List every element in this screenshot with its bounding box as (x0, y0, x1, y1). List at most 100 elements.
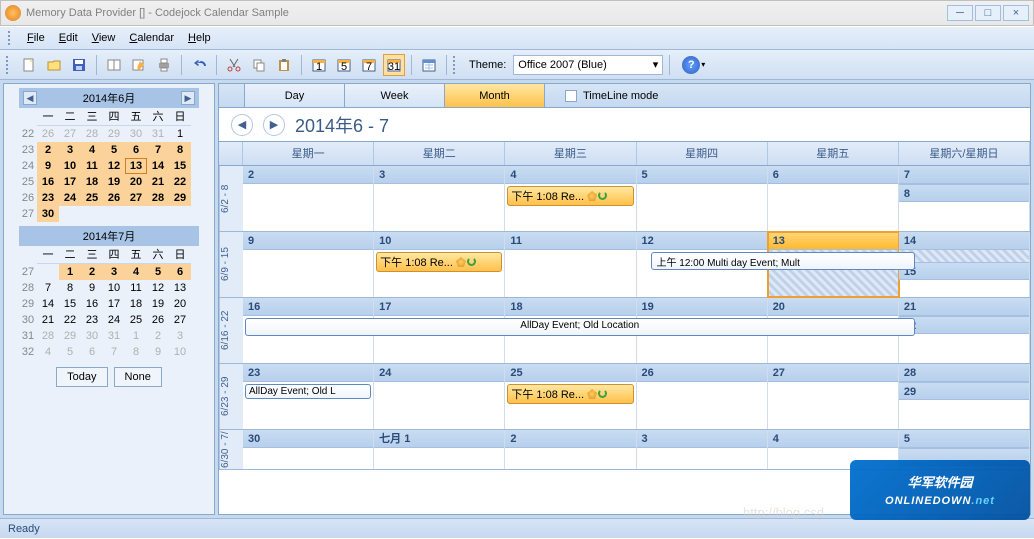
undo-icon[interactable] (188, 54, 210, 76)
minical-day[interactable]: 7 (37, 280, 59, 296)
minical-day[interactable]: 1 (59, 264, 81, 280)
minical-day[interactable]: 5 (147, 264, 169, 280)
minical-day[interactable]: 7 (103, 344, 125, 360)
day-cell[interactable]: 5 (899, 430, 1030, 469)
minical-day[interactable]: 31 (103, 328, 125, 344)
minical-day[interactable]: 20 (169, 296, 191, 312)
minical-day[interactable]: 9 (37, 158, 59, 174)
event-allday-span[interactable]: AllDay Event; Old Location (245, 318, 915, 336)
minical-day[interactable]: 5 (59, 344, 81, 360)
minical-day[interactable]: 16 (37, 174, 59, 190)
minical-day[interactable]: 30 (125, 126, 147, 142)
day-cell[interactable]: 5 (637, 166, 768, 231)
minical-day[interactable] (81, 206, 103, 222)
minical-day[interactable]: 10 (169, 344, 191, 360)
date-label[interactable]: 3 (637, 430, 767, 448)
date-label[interactable]: 21 (899, 298, 1029, 316)
date-label[interactable]: 4 (768, 430, 898, 448)
next-month-button[interactable]: ▶ (181, 91, 195, 105)
week-label[interactable]: 6/9 - 15 (219, 232, 243, 297)
minical-day[interactable]: 28 (81, 126, 103, 142)
tab-day[interactable]: Day (245, 84, 345, 107)
day-cell[interactable]: 七月 1 (374, 430, 505, 469)
minical-day[interactable]: 20 (125, 174, 147, 190)
event-recurring[interactable]: 下午 1:08 Re... (507, 384, 633, 404)
minical-day[interactable]: 19 (147, 296, 169, 312)
event-recurring[interactable]: 下午 1:08 Re... (507, 186, 633, 206)
copy-icon[interactable] (248, 54, 270, 76)
minical-day[interactable]: 4 (81, 142, 103, 158)
day-cell[interactable]: 27 (768, 364, 899, 429)
grip-icon[interactable] (8, 31, 13, 45)
day-cell[interactable]: 24 (374, 364, 505, 429)
minical-day[interactable]: 6 (125, 142, 147, 158)
minical-day[interactable]: 2 (81, 264, 103, 280)
date-label[interactable]: 14 (899, 232, 1029, 250)
menu-file[interactable]: File (21, 30, 51, 46)
menu-calendar[interactable]: Calendar (123, 30, 180, 46)
minical-day[interactable]: 18 (125, 296, 147, 312)
book-icon[interactable] (103, 54, 125, 76)
minical-day[interactable]: 28 (37, 328, 59, 344)
minical-day[interactable]: 26 (147, 312, 169, 328)
day-cell[interactable]: 1415 (899, 232, 1030, 297)
minical-day[interactable]: 28 (147, 190, 169, 206)
hatched-area[interactable] (899, 250, 1029, 262)
date-label[interactable] (899, 448, 1029, 466)
week-label[interactable]: 6/16 - 22 (219, 298, 243, 363)
minical-day[interactable]: 2 (37, 142, 59, 158)
date-label[interactable]: 4 (505, 166, 635, 184)
date-label[interactable]: 9 (243, 232, 373, 250)
minical-day[interactable]: 31 (147, 126, 169, 142)
minical-day[interactable]: 1 (169, 126, 191, 142)
date-label[interactable]: 七月 1 (374, 430, 504, 448)
cut-icon[interactable] (223, 54, 245, 76)
cal5-icon[interactable]: 5 (333, 54, 355, 76)
print-icon[interactable] (153, 54, 175, 76)
new-icon[interactable] (18, 54, 40, 76)
minical-day[interactable]: 10 (59, 158, 81, 174)
minical-day[interactable]: 5 (103, 142, 125, 158)
day-cell[interactable]: 2 (505, 430, 636, 469)
date-label[interactable]: 10 (374, 232, 504, 250)
minical-day[interactable]: 18 (81, 174, 103, 190)
minical-day[interactable]: 25 (81, 190, 103, 206)
chevron-down-icon[interactable]: ▾ (701, 60, 705, 69)
cal7-icon[interactable]: 7 (358, 54, 380, 76)
menu-edit[interactable]: Edit (53, 30, 84, 46)
minical-day[interactable]: 8 (125, 344, 147, 360)
date-label[interactable]: 7 (899, 166, 1029, 184)
day-cell[interactable]: 4 下午 1:08 Re... (505, 166, 636, 231)
minical-day[interactable]: 21 (147, 174, 169, 190)
minical-day[interactable]: 7 (147, 142, 169, 158)
minical-day[interactable]: 15 (169, 158, 191, 174)
date-label[interactable]: 16 (243, 298, 373, 316)
cal1-icon[interactable]: 1 (308, 54, 330, 76)
minical-day[interactable] (37, 264, 59, 280)
minical-day[interactable]: 13 (169, 280, 191, 296)
day-cell[interactable]: 2 (243, 166, 374, 231)
date-label[interactable]: 5 (899, 430, 1029, 448)
date-label[interactable]: 20 (768, 298, 898, 316)
date-label[interactable]: 25 (505, 364, 635, 382)
date-label[interactable]: 18 (505, 298, 635, 316)
date-label[interactable]: 6 (768, 166, 898, 184)
minical-day[interactable]: 8 (59, 280, 81, 296)
date-label[interactable]: 30 (243, 430, 373, 448)
minical-day[interactable]: 4 (125, 264, 147, 280)
date-label[interactable]: 2 (243, 166, 373, 184)
day-cell[interactable]: 2122 (899, 298, 1030, 363)
minical-day[interactable]: 22 (59, 312, 81, 328)
minical-day[interactable]: 29 (59, 328, 81, 344)
minical-day[interactable]: 12 (103, 158, 125, 174)
minical-day[interactable] (59, 206, 81, 222)
date-label[interactable]: 17 (374, 298, 504, 316)
event-multiday[interactable]: 上午 12:00 Multi day Event; Mult (651, 252, 915, 270)
minical-day[interactable]: 4 (37, 344, 59, 360)
date-label[interactable]: 27 (768, 364, 898, 382)
tab-week[interactable]: Week (345, 84, 445, 107)
minical-day[interactable]: 3 (59, 142, 81, 158)
date-label[interactable]: 12 (637, 232, 767, 250)
today-button[interactable]: Today (56, 367, 107, 387)
minical-day[interactable]: 26 (103, 190, 125, 206)
